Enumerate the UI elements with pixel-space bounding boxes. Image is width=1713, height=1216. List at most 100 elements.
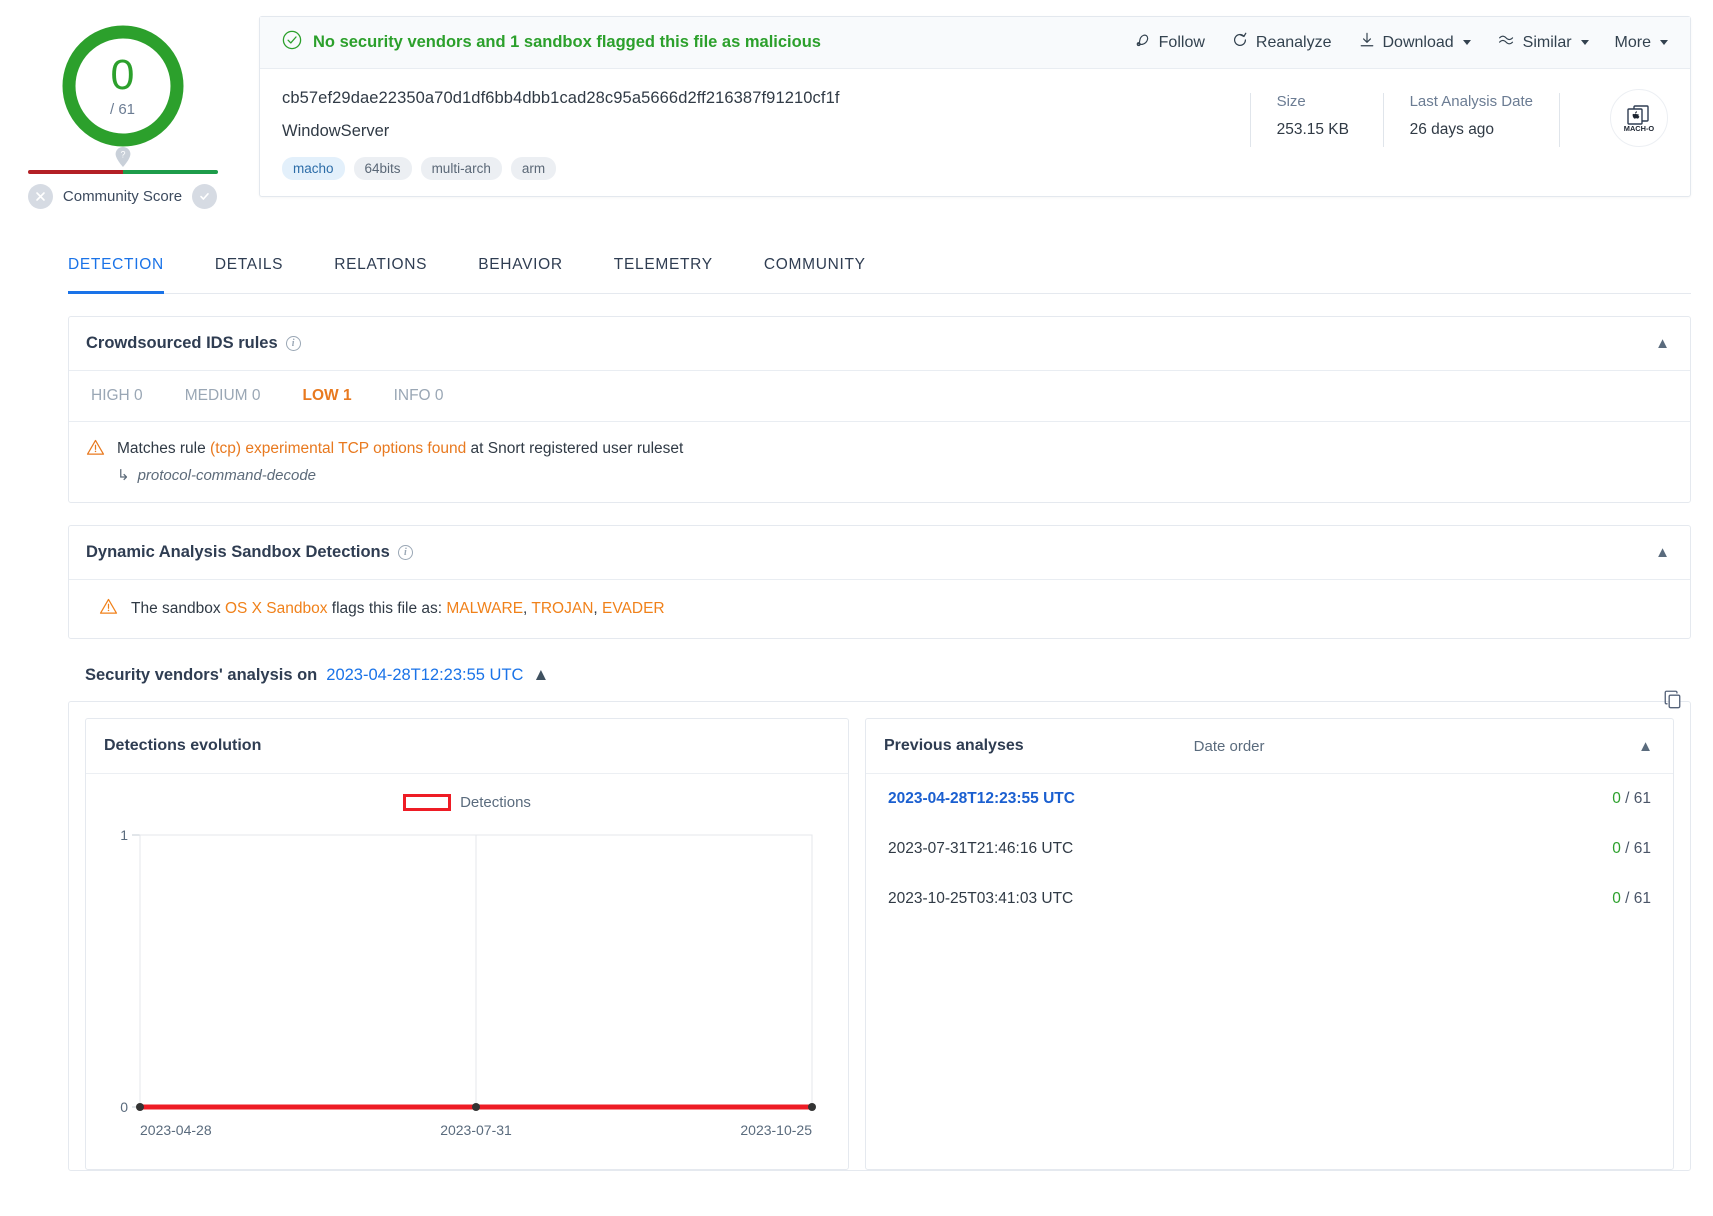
legend-label-detections: Detections — [460, 794, 531, 811]
security-vendors-title: Security vendors' analysis on — [85, 666, 317, 685]
x-tick-label: 2023-10-25 — [740, 1122, 812, 1138]
follow-button[interactable]: Follow — [1134, 31, 1205, 54]
last-analysis-date: Last Analysis Date 26 days ago — [1410, 93, 1533, 147]
collapse-chevron-up-icon[interactable]: ▲ — [1655, 336, 1670, 351]
severity-high[interactable]: HIGH 0 — [91, 387, 143, 405]
tab-behavior[interactable]: BEHAVIOR — [478, 246, 563, 294]
file-card: No security vendors and 1 sandbox flagge… — [259, 16, 1691, 197]
check-circle-icon — [282, 30, 302, 55]
tab-community[interactable]: COMMUNITY — [764, 246, 866, 294]
chevron-down-icon — [1463, 40, 1471, 45]
severity-low[interactable]: LOW 1 — [302, 387, 351, 405]
bell-icon — [1134, 31, 1152, 54]
analysis-total: / 61 — [1625, 790, 1651, 807]
warning-triangle-icon — [99, 597, 118, 621]
svg-text:?: ? — [120, 150, 125, 160]
file-tag[interactable]: arm — [511, 157, 556, 180]
analysis-score: 0 / 61 — [1612, 890, 1651, 908]
detection-score-value: 0 — [111, 55, 135, 95]
sandbox-middle: flags this file as: — [332, 600, 442, 617]
sandbox-name[interactable]: OS X Sandbox — [225, 600, 328, 617]
verdict-separator: , — [523, 600, 527, 617]
analysis-total: / 61 — [1625, 840, 1651, 857]
collapse-chevron-up-icon[interactable]: ▲ — [532, 665, 549, 685]
download-button[interactable]: Download — [1358, 31, 1471, 54]
file-actions-toolbar: Follow Reanalyze Download — [1134, 31, 1668, 54]
x-tick-label: 2023-04-28 — [140, 1122, 212, 1138]
question-pin-icon: ? — [112, 146, 134, 168]
detections-evolution-title: Detections evolution — [104, 737, 261, 755]
previous-analyses-header: Previous analyses Date order ▲ — [866, 719, 1673, 774]
file-tags: macho 64bits multi-arch arm — [282, 157, 1224, 180]
more-label: More — [1615, 34, 1651, 52]
tab-detection[interactable]: DETECTION — [68, 246, 164, 294]
analysis-date[interactable]: 2023-10-25T03:41:03 UTC — [888, 890, 1073, 908]
verdict-text: No security vendors and 1 sandbox flagge… — [313, 33, 821, 52]
analysis-score: 0 / 61 — [1612, 840, 1651, 858]
collapse-chevron-up-icon[interactable]: ▲ — [1638, 739, 1653, 754]
detections-evolution-header: Detections evolution — [86, 719, 848, 774]
follow-label: Follow — [1159, 34, 1205, 52]
chart-svg: 1 0 2023-04-28 2023-07-31 — [104, 817, 830, 1147]
ids-rule-match: Matches rule (tcp) experimental TCP opti… — [69, 421, 1690, 502]
rule-suffix: at Snort registered user ruleset — [471, 440, 684, 457]
detection-score-total: / 61 — [110, 101, 135, 118]
file-metadata: Size 253.15 KB Last Analysis Date 26 day… — [1224, 89, 1668, 147]
severity-medium[interactable]: MEDIUM 0 — [185, 387, 261, 405]
security-vendors-body: Detections evolution Detections 1 0 — [68, 701, 1691, 1171]
dynamic-analysis-sandbox-panel: Dynamic Analysis Sandbox Detections i ▲ … — [68, 525, 1691, 639]
collapse-chevron-up-icon[interactable]: ▲ — [1655, 545, 1670, 560]
sandbox-header: Dynamic Analysis Sandbox Detections i ▲ — [69, 526, 1690, 579]
file-tag[interactable]: 64bits — [354, 157, 412, 180]
sandbox-verdict[interactable]: EVADER — [602, 600, 665, 617]
copy-icon[interactable] — [1662, 688, 1685, 716]
last-analysis-label: Last Analysis Date — [1410, 93, 1533, 110]
security-vendors-date[interactable]: 2023-04-28T12:23:55 UTC — [326, 666, 523, 685]
analysis-date[interactable]: 2023-04-28T12:23:55 UTC — [888, 790, 1075, 808]
y-tick-label: 1 — [120, 827, 128, 843]
detections-evolution-chart: Detections 1 0 — [86, 774, 848, 1154]
download-icon — [1358, 31, 1376, 54]
file-details: cb57ef29dae22350a70d1df6bb4dbb1cad28c95a… — [260, 69, 1690, 196]
info-icon[interactable]: i — [398, 545, 413, 560]
date-order-label[interactable]: Date order — [1024, 738, 1639, 755]
check-circle-icon[interactable] — [192, 184, 217, 209]
crowdsourced-ids-rules-panel: Crowdsourced IDS rules i ▲ HIGH 0 MEDIUM… — [68, 316, 1691, 503]
analysis-date[interactable]: 2023-07-31T21:46:16 UTC — [888, 840, 1073, 858]
sandbox-prefix: The sandbox — [131, 600, 221, 617]
x-circle-icon[interactable] — [28, 184, 53, 209]
reanalyze-label: Reanalyze — [1256, 34, 1332, 52]
previous-analysis-row[interactable]: 2023-04-28T12:23:55 UTC 0 / 61 — [866, 774, 1673, 824]
previous-analysis-row[interactable]: 2023-07-31T21:46:16 UTC 0 / 61 — [866, 824, 1673, 874]
similar-button[interactable]: Similar — [1497, 31, 1589, 54]
tab-details[interactable]: DETAILS — [215, 246, 283, 294]
file-hash[interactable]: cb57ef29dae22350a70d1df6bb4dbb1cad28c95a… — [282, 89, 1224, 108]
sandbox-title: Dynamic Analysis Sandbox Detections — [86, 543, 390, 562]
info-icon[interactable]: i — [286, 336, 301, 351]
sandbox-verdict[interactable]: TROJAN — [531, 600, 593, 617]
file-size-label: Size — [1277, 93, 1357, 110]
sandbox-verdict[interactable]: MALWARE — [446, 600, 523, 617]
reanalyze-button[interactable]: Reanalyze — [1231, 31, 1332, 54]
tab-telemetry[interactable]: TELEMETRY — [614, 246, 713, 294]
more-button[interactable]: More — [1615, 34, 1668, 52]
severity-info[interactable]: INFO 0 — [394, 387, 444, 405]
rule-classification: protocol-command-decode — [138, 467, 316, 484]
analysis-detections: 0 — [1612, 890, 1621, 907]
hook-arrow-icon: ↳ — [117, 466, 130, 484]
file-summary-header: 0 / 61 ? Community Score — [0, 0, 1713, 209]
file-size-value: 253.15 KB — [1277, 121, 1357, 139]
chevron-down-icon — [1660, 40, 1668, 45]
previous-analysis-row[interactable]: 2023-10-25T03:41:03 UTC 0 / 61 — [866, 874, 1673, 924]
previous-analyses-card: Previous analyses Date order ▲ 2023-04-2… — [865, 718, 1674, 1170]
last-analysis-value: 26 days ago — [1410, 121, 1533, 139]
file-tag[interactable]: macho — [282, 157, 345, 180]
tab-relations[interactable]: RELATIONS — [334, 246, 427, 294]
x-tick-label: 2023-07-31 — [440, 1122, 512, 1138]
rule-prefix: Matches rule — [117, 440, 206, 457]
rule-name[interactable]: (tcp) experimental TCP options found — [210, 440, 466, 457]
detection-score-ring: 0 / 61 — [59, 22, 187, 150]
verdict-separator: , — [593, 600, 597, 617]
file-tag[interactable]: multi-arch — [421, 157, 502, 180]
similar-label: Similar — [1523, 34, 1572, 52]
